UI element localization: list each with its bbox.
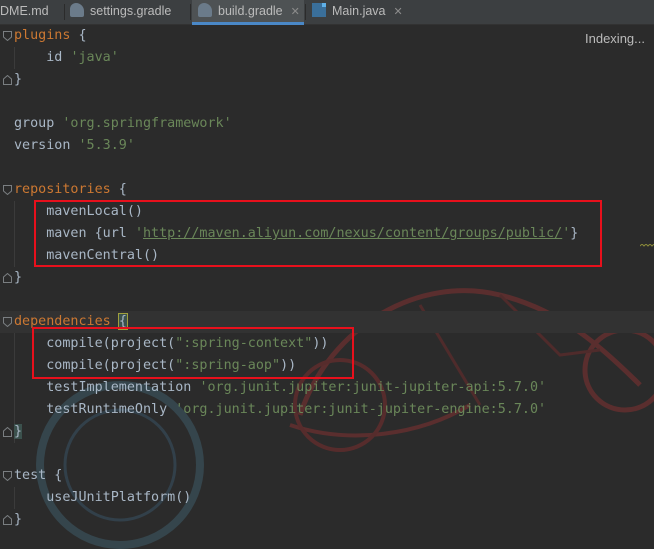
code-line: mavenCentral() <box>46 248 160 263</box>
code-line: version '5.3.9' <box>14 138 135 153</box>
fold-icon[interactable] <box>3 69 12 91</box>
code-line: mavenLocal() <box>46 204 143 219</box>
tab-label: build.gradle <box>218 4 283 18</box>
close-tab-icon[interactable]: ✕ <box>291 6 300 18</box>
tab-label: settings.gradle <box>90 4 172 18</box>
tab-label: DME.md <box>0 4 49 18</box>
tab-settings-gradle[interactable]: settings.gradle <box>70 0 190 24</box>
tab-build-gradle[interactable]: build.gradle ✕ <box>192 0 304 25</box>
code-line: compile(project(":spring-aop")) <box>46 358 297 373</box>
matched-brace: } <box>14 424 23 439</box>
code-line: } <box>0 267 32 289</box>
code-line: id 'java' <box>46 50 119 65</box>
fold-icon[interactable] <box>3 179 12 201</box>
code-line: maven {url 'http://maven.aliyun.com/nexu… <box>46 226 579 241</box>
annotation-box-repositories <box>34 200 602 267</box>
java-file-icon <box>312 3 326 17</box>
tab-label: Main.java <box>332 4 386 18</box>
tab-main-java[interactable]: Main.java ✕ <box>312 0 412 24</box>
code-line: group 'org.springframework' <box>14 116 232 131</box>
editor-tab-bar: DME.md settings.gradle build.gradle ✕ Mai… <box>0 0 654 25</box>
code-line: } <box>0 69 32 91</box>
fold-icon[interactable] <box>3 509 12 531</box>
spelling-warning-squiggle <box>640 244 654 247</box>
gradle-elephant-icon <box>198 3 212 17</box>
code-line: } <box>0 509 32 531</box>
gradle-elephant-icon <box>70 3 84 17</box>
code-line: testRuntimeOnly 'org.junit.jupiter:junit… <box>46 402 547 417</box>
fold-icon[interactable] <box>3 421 12 443</box>
code-line: test { <box>0 465 62 487</box>
code-line: } <box>0 421 32 443</box>
background-watermark-image <box>36 288 654 549</box>
close-tab-icon[interactable]: ✕ <box>394 6 403 18</box>
code-line: useJUnitPlatform() <box>46 490 192 505</box>
code-line: plugins { <box>0 25 654 47</box>
tab-readme[interactable]: DME.md <box>0 0 64 24</box>
annotation-box-project-deps <box>32 327 354 379</box>
fold-icon[interactable] <box>3 465 12 487</box>
code-line: testImplementation 'org.junit.jupiter:ju… <box>46 380 547 395</box>
code-line: repositories { <box>0 179 127 201</box>
fold-icon[interactable] <box>3 267 12 289</box>
fold-icon[interactable] <box>3 25 12 47</box>
fold-icon[interactable] <box>3 311 12 333</box>
code-line: compile(project(":spring-context")) <box>46 336 329 351</box>
code-editor[interactable]: Indexing... plugins { id 'java' } group … <box>0 25 654 549</box>
